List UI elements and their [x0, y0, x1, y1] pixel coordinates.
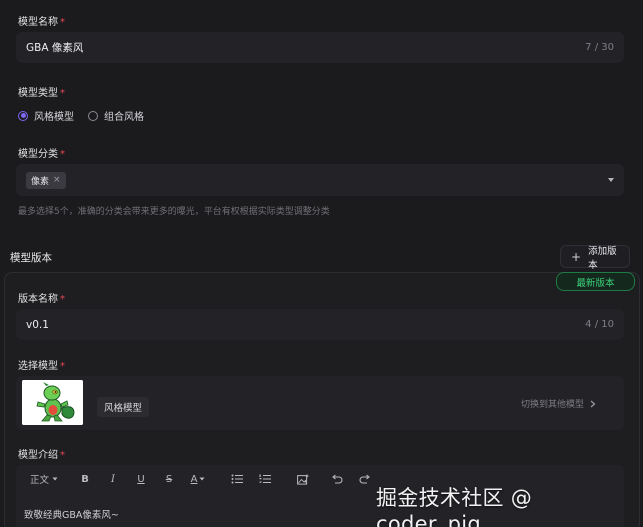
underline-button[interactable]: U [132, 471, 150, 487]
model-type-chip: 风格模型 [97, 397, 150, 417]
required-mark: * [60, 17, 65, 28]
select-model-label: 选择模型 * [18, 361, 65, 372]
model-name-label: 模型名称 * [18, 17, 65, 28]
intro-editor-content[interactable]: 致敬经典GBA像素风~ [24, 507, 119, 521]
model-intro-label: 模型介绍 * [18, 450, 65, 461]
required-mark: * [60, 294, 65, 305]
italic-button[interactable]: I [104, 471, 122, 487]
heading-select[interactable]: 正文 [30, 471, 58, 487]
radio-combo-style[interactable] [88, 110, 98, 121]
chevron-right-icon [590, 400, 596, 407]
model-category-select[interactable]: 像素 × [16, 164, 624, 196]
category-tag: 像素 × [26, 171, 66, 189]
strikethrough-button[interactable]: S [160, 471, 178, 487]
switch-model-link[interactable]: 切换到其他模型 [521, 397, 596, 410]
font-color-select[interactable]: A [188, 471, 208, 487]
radio-style-model-label[interactable]: 风格模型 [34, 108, 74, 123]
add-version-button[interactable]: + 添加版本 [560, 245, 630, 271]
version-name-counter: 4 / 10 [585, 319, 614, 330]
model-type-radio-group: 风格模型 组合风格 [18, 108, 144, 123]
bullet-list-icon [231, 474, 243, 484]
version-name-input[interactable]: v0.1 4 / 10 [16, 309, 624, 340]
undo-icon [332, 474, 343, 484]
required-mark: * [60, 88, 65, 99]
model-name-value: GBA 像素风 [26, 42, 84, 54]
model-type-label: 模型类型 * [18, 88, 65, 99]
model-name-input[interactable]: GBA 像素风 7 / 30 [16, 32, 624, 63]
image-icon [297, 474, 309, 485]
chevron-down-icon[interactable] [608, 178, 614, 182]
plus-icon: + [571, 249, 582, 264]
required-mark: * [60, 361, 65, 372]
chevron-down-icon [52, 477, 58, 481]
required-mark: * [60, 149, 65, 160]
model-thumbnail [22, 380, 83, 425]
chevron-down-icon [199, 477, 205, 481]
required-mark: * [60, 450, 65, 461]
tag-remove-icon[interactable]: × [53, 175, 61, 185]
bold-button[interactable]: B [76, 471, 94, 487]
version-name-value: v0.1 [26, 318, 49, 331]
model-name-counter: 7 / 30 [585, 42, 614, 53]
insert-image-button[interactable] [294, 471, 312, 487]
watermark: 掘金技术社区 @ coder_pig [376, 486, 533, 527]
latest-version-badge: 最新版本 [556, 272, 635, 291]
radio-style-model[interactable] [18, 110, 28, 121]
versions-title: 模型版本 [10, 252, 52, 264]
model-upload-form: 模型名称 * GBA 像素风 7 / 30 模型类型 * 风格模型 组合风格 模型分… [0, 0, 643, 527]
ordered-list-button[interactable] [256, 471, 274, 487]
redo-button[interactable] [356, 471, 374, 487]
redo-icon [359, 474, 370, 484]
treecko-sprite-icon [22, 380, 83, 425]
version-name-label: 版本名称 * [18, 294, 65, 305]
add-version-label: 添加版本 [588, 245, 617, 271]
bullet-list-button[interactable] [228, 471, 246, 487]
ordered-list-icon [259, 474, 271, 483]
model-category-label: 模型分类 * [18, 149, 65, 160]
category-hint: 最多选择5个，准确的分类会带来更多的曝光，平台有权根据实际类型调整分类 [18, 207, 330, 217]
radio-combo-style-label[interactable]: 组合风格 [104, 108, 144, 123]
editor-toolbar: 正文 B I U S A [30, 471, 374, 487]
undo-button[interactable] [328, 471, 346, 487]
